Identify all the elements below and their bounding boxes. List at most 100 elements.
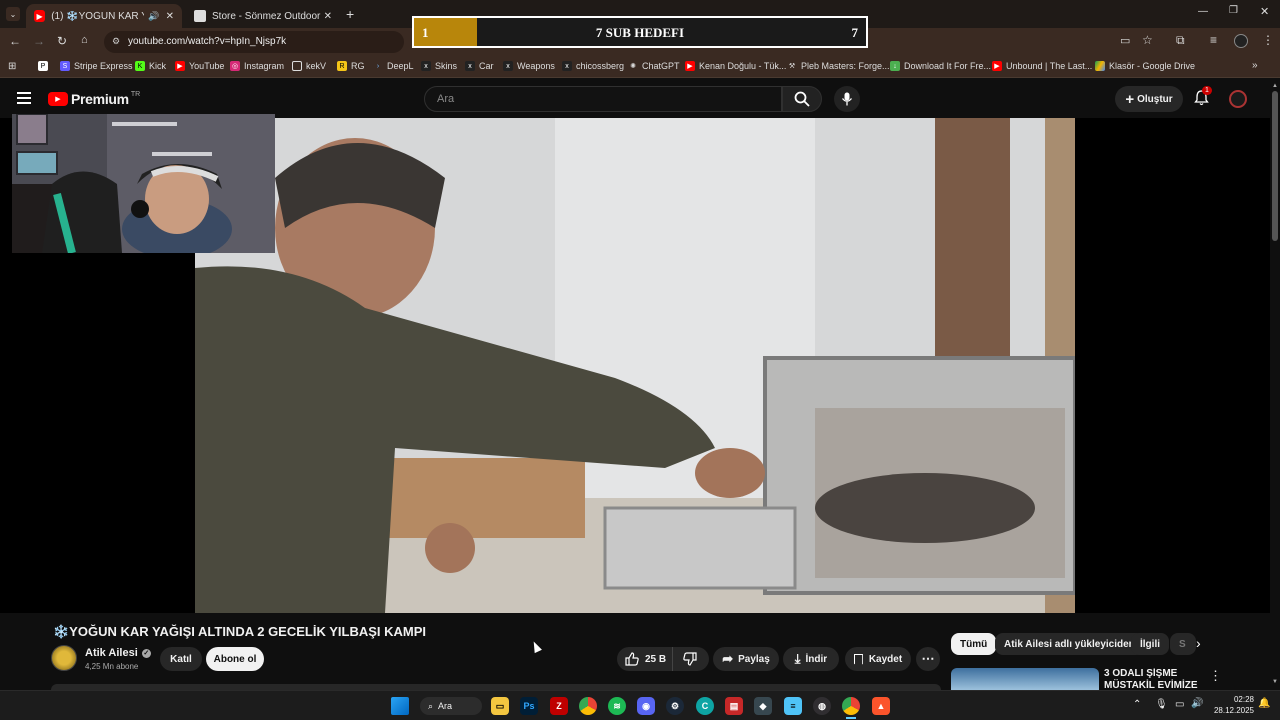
brave-icon[interactable]: ▲ bbox=[872, 697, 890, 715]
chip-next[interactable]: S bbox=[1170, 633, 1196, 655]
channel-name[interactable]: Atik Ailesi ✓ bbox=[85, 647, 151, 659]
microphone-tray-icon[interactable]: 🎙 bbox=[1155, 699, 1168, 710]
video-frame[interactable] bbox=[195, 118, 1075, 613]
profile-avatar[interactable] bbox=[1234, 34, 1248, 48]
video-info: ❄️YOĞUN KAR YAĞIŞI ALTINDA 2 GECELİK YIL… bbox=[0, 613, 1270, 690]
cast-icon[interactable]: ▭ bbox=[1120, 34, 1130, 47]
scrollbar-down-arrow-icon[interactable]: ▼ bbox=[1272, 679, 1278, 685]
join-button[interactable]: Katıl bbox=[160, 647, 202, 671]
new-tab-button[interactable]: + bbox=[346, 6, 354, 22]
game-launcher-icon[interactable]: ◆ bbox=[754, 697, 772, 715]
bookmark-star-icon[interactable]: ☆ bbox=[1142, 33, 1153, 47]
tab-close-icon[interactable]: ✕ bbox=[324, 11, 332, 22]
more-actions-button[interactable]: ⋯ bbox=[916, 647, 940, 671]
voice-search-button[interactable] bbox=[834, 86, 860, 112]
youtube-logo[interactable]: ▶ Premium TR bbox=[48, 91, 140, 107]
search-button[interactable] bbox=[782, 86, 822, 112]
subscribe-button[interactable]: Abone ol bbox=[206, 647, 264, 671]
address-bar[interactable]: ⚙ youtube.com/watch?v=hpIn_Njsp7k bbox=[104, 31, 404, 53]
reading-list-icon[interactable]: ≡ bbox=[1210, 33, 1217, 47]
obs-icon[interactable]: ◍ bbox=[813, 697, 831, 715]
notifications-button[interactable]: 1 bbox=[1194, 86, 1212, 111]
share-button[interactable]: ➦ Paylaş bbox=[713, 647, 779, 671]
photoshop-icon[interactable]: Ps bbox=[520, 697, 538, 715]
show-hidden-icons-icon[interactable]: ⌃ bbox=[1133, 699, 1141, 710]
taskbar-search[interactable]: ⌕ Ara bbox=[420, 697, 482, 715]
windows-start-icon[interactable] bbox=[391, 697, 409, 715]
forward-icon[interactable]: → bbox=[33, 34, 45, 48]
tab-close-icon[interactable]: ✕ bbox=[166, 11, 174, 22]
download-button[interactable]: ⤓ İndir bbox=[783, 647, 839, 671]
apps-grid-icon[interactable]: ⊞ bbox=[8, 61, 16, 72]
spotify-icon[interactable]: ≋ bbox=[608, 697, 626, 715]
clock[interactable]: 02:28 28.12.2025 bbox=[1210, 694, 1254, 716]
extensions-icon[interactable]: ⧉ bbox=[1176, 33, 1185, 48]
file-explorer-icon[interactable]: ▭ bbox=[491, 697, 509, 715]
notification-center-icon[interactable]: 🔔 bbox=[1258, 698, 1270, 709]
chips-next-arrow-icon[interactable]: › bbox=[1196, 635, 1201, 651]
chip-related[interactable]: İlgili bbox=[1131, 633, 1169, 655]
bookmark-item[interactable]: K Kick bbox=[135, 61, 166, 71]
bookmark-item[interactable]: ↓ Download It For Fre... bbox=[890, 61, 991, 71]
search-input[interactable]: Ara bbox=[424, 86, 782, 112]
home-icon[interactable]: ⌂ bbox=[81, 34, 88, 46]
tab-store[interactable]: Store - Sönmez Outdoor ✕ bbox=[186, 4, 340, 28]
tab-youtube-video[interactable]: ▶ (1) ❄️YOĞUN KAR YAĞIŞI A 🔊 ✕ bbox=[26, 4, 182, 28]
tab-audio-icon[interactable]: 🔊 bbox=[148, 11, 159, 22]
bookmark-patreon[interactable]: P bbox=[38, 61, 52, 71]
steam-icon[interactable]: ⚙ bbox=[666, 697, 684, 715]
related-video-title[interactable]: 3 ODALI ŞİŞME MÜSTAKİL EVİMİZE bbox=[1104, 668, 1204, 690]
discord-icon[interactable]: ◉ bbox=[637, 697, 655, 715]
dislike-button[interactable] bbox=[673, 652, 707, 666]
back-icon[interactable]: ← bbox=[9, 34, 21, 48]
bookmark-item[interactable]: ▶ Kenan Doğulu - Tük... bbox=[685, 61, 786, 71]
download-icon: ↓ bbox=[890, 61, 900, 71]
chrome-active-icon[interactable] bbox=[842, 697, 860, 715]
chip-from-uploader[interactable]: Atik Ailesi adlı yükleyiciden bbox=[995, 633, 1144, 655]
bookmark-item[interactable]: › DeepL bbox=[373, 61, 414, 71]
media-app-icon[interactable]: ▤ bbox=[725, 697, 743, 715]
page-scrollbar[interactable]: ▲ ▼ bbox=[1270, 79, 1280, 689]
notepad-icon[interactable]: ≡ bbox=[784, 697, 802, 715]
clock-date: 28.12.2025 bbox=[1213, 706, 1254, 715]
menu-hamburger-icon[interactable] bbox=[17, 92, 31, 104]
maximize-window-icon[interactable]: ❐ bbox=[1229, 5, 1238, 16]
site-info-icon[interactable]: ⚙ bbox=[112, 36, 120, 47]
bookmark-item[interactable]: x Car bbox=[465, 61, 494, 71]
bookmark-item[interactable]: ⚒ Pleb Masters: Forge... bbox=[787, 61, 890, 71]
close-window-icon[interactable]: ✕ bbox=[1260, 5, 1269, 18]
chrome-icon[interactable] bbox=[579, 697, 597, 715]
bookmark-item[interactable]: ▶ YouTube bbox=[175, 61, 224, 71]
like-dislike-group: 25 B bbox=[617, 647, 709, 671]
bookmark-item[interactable]: ◎ Instagram bbox=[230, 61, 284, 71]
account-avatar[interactable] bbox=[1229, 90, 1247, 108]
scrollbar-thumb[interactable] bbox=[1272, 91, 1278, 241]
related-video-menu-icon[interactable]: ⋮ bbox=[1209, 668, 1222, 684]
chatgpt-icon: ✺ bbox=[630, 63, 636, 70]
cursor-app-icon[interactable]: C bbox=[696, 697, 714, 715]
bookmark-item[interactable]: ▶ Unbound | The Last... bbox=[992, 61, 1092, 71]
browser-menu-icon[interactable]: ⋮ bbox=[1262, 33, 1274, 47]
like-button[interactable]: 25 B bbox=[617, 647, 673, 671]
scrollbar-up-arrow-icon[interactable]: ▲ bbox=[1272, 83, 1278, 89]
channel-avatar[interactable] bbox=[51, 645, 77, 671]
bookmark-item[interactable]: x Weapons bbox=[503, 61, 555, 71]
bookmark-item[interactable]: x Skins bbox=[421, 61, 457, 71]
network-icon[interactable]: ▭ bbox=[1175, 699, 1184, 710]
related-video-thumbnail[interactable] bbox=[951, 668, 1099, 690]
minimize-window-icon[interactable]: — bbox=[1198, 6, 1208, 17]
bookmark-item[interactable]: Klasör - Google Drive bbox=[1095, 61, 1195, 71]
bookmark-item[interactable]: S Stripe Express bbox=[60, 61, 133, 71]
create-button[interactable]: + Oluştur bbox=[1115, 86, 1183, 112]
more-bookmarks-icon[interactable]: » bbox=[1252, 60, 1258, 71]
reload-icon[interactable]: ↻ bbox=[57, 34, 67, 48]
tab-list-button[interactable]: ⌄ bbox=[6, 7, 20, 21]
bookmark-item[interactable]: ✺ ChatGPT bbox=[628, 61, 679, 71]
save-button[interactable]: Kaydet bbox=[845, 647, 911, 671]
bookmark-item[interactable]: kekV bbox=[292, 61, 326, 71]
volume-icon[interactable]: 🔊 bbox=[1191, 698, 1203, 709]
bookmark-item[interactable]: x chicossberg bbox=[562, 61, 624, 71]
filezilla-icon[interactable]: Z bbox=[550, 697, 568, 715]
bookmark-item[interactable]: R RG bbox=[337, 61, 365, 71]
chip-all[interactable]: Tümü bbox=[951, 633, 997, 655]
